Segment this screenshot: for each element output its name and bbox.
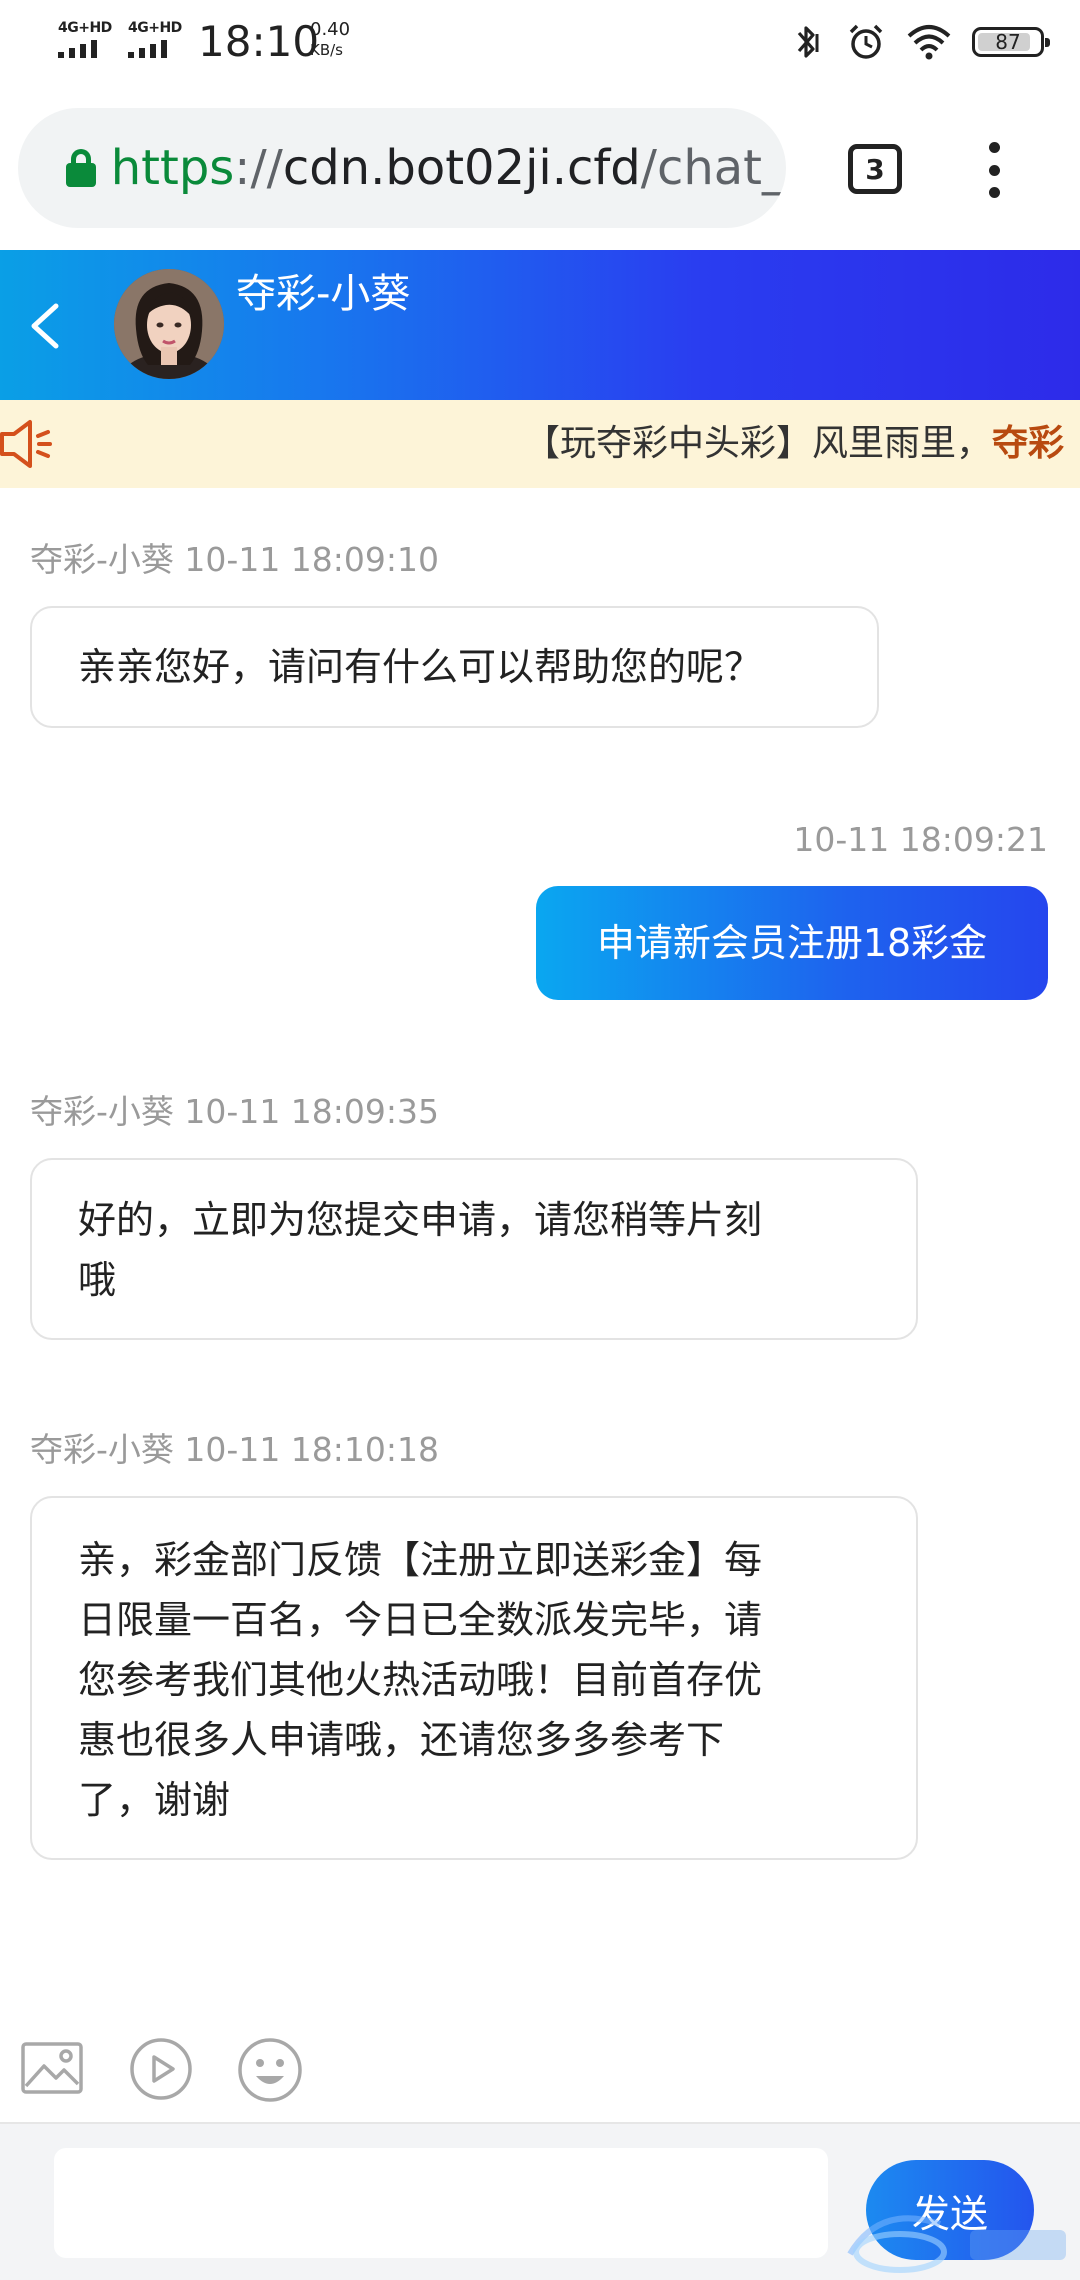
battery-level: 87 <box>995 30 1021 54</box>
signal-icon: 4G+HD <box>58 20 112 58</box>
message-sender: 夺彩-小葵 <box>30 1430 174 1469</box>
emoji-icon[interactable] <box>236 2036 304 2104</box>
tab-count: 3 <box>865 152 885 186</box>
message-line: 了，谢谢 <box>78 1778 231 1822</box>
message-text: 申请新会员注册18彩金 <box>596 921 988 965</box>
composer-toolbar <box>0 2020 1080 2120</box>
agent-avatar <box>114 269 224 379</box>
notice-text-main: 【玩夺彩中头彩】风里雨里， <box>524 423 993 464</box>
image-icon[interactable] <box>20 2036 84 2100</box>
lock-icon[interactable] <box>66 149 96 187</box>
message-input[interactable] <box>54 2148 828 2258</box>
message-sender: 夺彩-小葵 <box>30 540 174 579</box>
network-label: 4G+HD <box>58 20 112 36</box>
browser-toolbar: https://cdn.bot02ji.cfd/chat_ 3 <box>0 84 1080 250</box>
message-line: 亲，彩金部门反馈【注册立即送彩金】每 <box>78 1538 763 1582</box>
message-meta: 10-11 18:09:21 <box>793 818 1048 862</box>
signal-icon: 4G+HD <box>128 20 182 58</box>
back-arrow-icon[interactable] <box>24 302 68 350</box>
message-line: 日限量一百名，今日已全数派发完毕，请 <box>78 1598 763 1642</box>
address-bar[interactable]: https://cdn.bot02ji.cfd/chat_ <box>18 108 786 228</box>
message-sender: 夺彩-小葵 <box>30 1092 174 1131</box>
url-path: /chat_ <box>640 140 786 196</box>
send-label: 发送 <box>911 2191 988 2236</box>
message-time: 10-11 18:09:10 <box>184 540 440 579</box>
battery-icon: 87 <box>972 27 1050 57</box>
speed-value: 0.40 <box>310 19 351 40</box>
chat-header: 夺彩-小葵 <box>0 250 1080 400</box>
message-line: 好的，立即为您提交申请，请您稍等片刻 <box>78 1198 763 1242</box>
send-button[interactable]: 发送 <box>866 2160 1034 2260</box>
composer: 发送 <box>0 2122 1080 2280</box>
message-bubble-incoming: 亲，彩金部门反馈【注册立即送彩金】每 日限量一百名，今日已全数派发完毕，请 您参… <box>30 1496 918 1860</box>
tab-switcher-button[interactable]: 3 <box>848 144 902 194</box>
status-bar: 4G+HD 4G+HD 18:10 0.40 KB/s 87 <box>0 0 1080 84</box>
chat-title: 夺彩-小葵 <box>236 271 411 317</box>
message-line: 哦 <box>78 1258 117 1302</box>
network-speed: 0.40 KB/s <box>310 20 350 60</box>
network-label: 4G+HD <box>128 20 182 36</box>
alarm-icon <box>849 24 883 59</box>
message-bubble-incoming: 好的，立即为您提交申请，请您稍等片刻 哦 <box>30 1158 918 1340</box>
message-line: 您参考我们其他火热活动哦！目前首存优 <box>78 1658 763 1702</box>
message-time: 10-11 18:09:35 <box>184 1092 440 1131</box>
message-bubble-incoming: 亲亲您好，请问有什么可以帮助您的呢？ <box>30 606 879 728</box>
message-meta: 夺彩-小葵 10-11 18:09:35 <box>30 1090 439 1134</box>
message-meta: 夺彩-小葵 10-11 18:10:18 <box>30 1428 439 1472</box>
message-line: 惠也很多人申请哦，还请您多多参考下 <box>78 1718 725 1762</box>
video-icon[interactable] <box>128 2036 194 2102</box>
message-meta: 夺彩-小葵 10-11 18:09:10 <box>30 538 439 582</box>
message-text: 亲亲您好，请问有什么可以帮助您的呢？ <box>78 645 763 689</box>
notice-banner: 【玩夺彩中头彩】风里雨里，夺彩 <box>0 400 1080 488</box>
more-menu-icon[interactable] <box>982 142 1006 198</box>
speed-unit: KB/s <box>310 41 343 59</box>
status-icons: 87 <box>786 18 1050 66</box>
url-text[interactable]: https://cdn.bot02ji.cfd/chat_ <box>111 140 786 196</box>
message-bubble-outgoing: 申请新会员注册18彩金 <box>536 886 1048 1000</box>
speaker-icon <box>0 420 52 468</box>
bluetooth-icon <box>797 26 819 58</box>
url-separator: :// <box>234 140 283 196</box>
wifi-icon <box>907 25 951 60</box>
url-host: cdn.bot02ji.cfd <box>282 140 641 196</box>
url-scheme: https <box>110 140 235 196</box>
message-time: 10-11 18:09:21 <box>793 820 1048 859</box>
clock: 18:10 <box>198 17 320 66</box>
notice-text-highlight: 夺彩 <box>992 423 1065 464</box>
notice-text: 【玩夺彩中头彩】风里雨里，夺彩 <box>524 416 1064 472</box>
message-time: 10-11 18:10:18 <box>184 1430 440 1469</box>
